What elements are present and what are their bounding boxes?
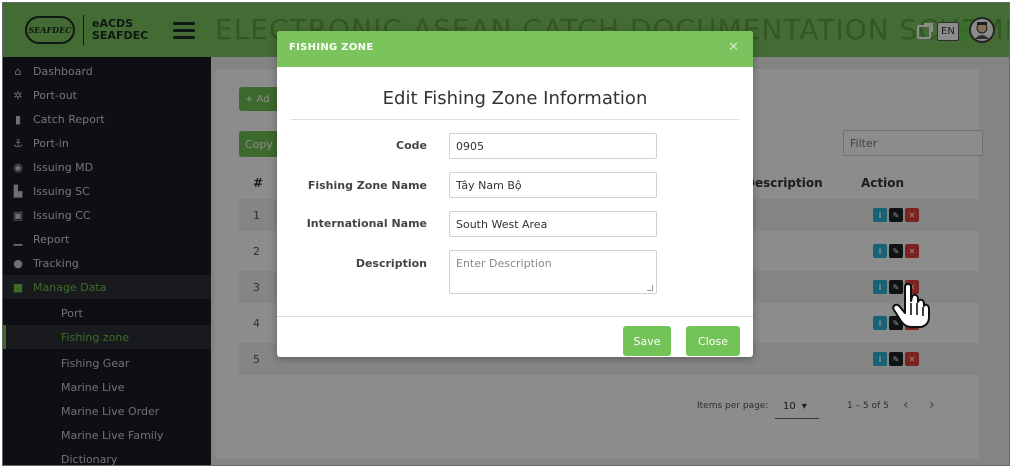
close-icon[interactable]: ✕ <box>728 40 739 55</box>
international-name-field[interactable]: South West Area <box>449 211 657 237</box>
description-textarea[interactable]: Enter Description <box>449 250 657 294</box>
divider <box>291 119 739 120</box>
description-label: Description <box>355 257 427 270</box>
dialog-header: FISHING ZONE ✕ <box>277 31 753 67</box>
international-name-label: International Name <box>306 217 427 230</box>
hand-cursor-icon <box>892 283 930 328</box>
resize-handle-icon[interactable] <box>647 285 653 291</box>
close-button[interactable]: Close <box>686 326 740 356</box>
fishing-zone-name-field[interactable]: Tây Nam Bộ <box>449 172 657 198</box>
save-button[interactable]: Save <box>623 326 671 356</box>
code-label: Code <box>396 139 427 152</box>
app-window: SEAFDEC eACDS SEAFDEC ELECTRONIC ASEAN C… <box>2 2 1010 466</box>
dialog-header-title: FISHING ZONE <box>289 42 374 53</box>
code-field[interactable]: 0905 <box>449 133 657 159</box>
divider <box>277 316 753 317</box>
fishing-zone-name-label: Fishing Zone Name <box>307 179 427 192</box>
description-placeholder: Enter Description <box>456 257 552 270</box>
dialog-title: Edit Fishing Zone Information <box>382 88 648 109</box>
edit-fishing-zone-dialog: FISHING ZONE ✕ Edit Fishing Zone Informa… <box>277 31 753 357</box>
